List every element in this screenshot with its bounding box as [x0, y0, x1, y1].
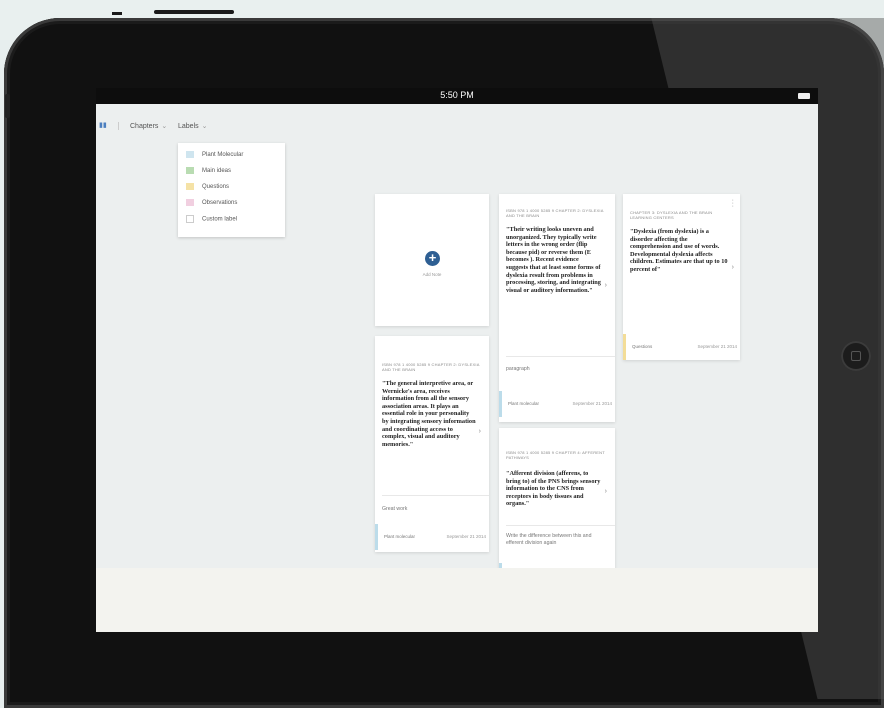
add-note-card[interactable]: + Add Note	[375, 194, 489, 326]
labels-label: Labels	[178, 123, 199, 130]
label-option-questions[interactable]: Questions	[186, 183, 229, 193]
chevron-right-icon[interactable]: ›	[479, 428, 481, 435]
top-nav: ▮▮ Chapters ⌄ Labels ⌄	[96, 112, 818, 138]
chapters-label: Chapters	[130, 123, 159, 130]
card-footer: Plant molecular September 21 2014	[375, 524, 489, 550]
label-color-bar	[375, 524, 378, 550]
card-label: Questions	[632, 344, 653, 349]
chevron-right-icon[interactable]: ›	[605, 488, 607, 495]
card-label: Plant molecular	[384, 534, 416, 539]
card-source: CHAPTER 3: DYSLEXIA AND THE BRAIN LEARNI…	[630, 210, 713, 220]
card-source: ISBN 978 1 4000 5285 9 CHAPTER 2: DYSLEX…	[506, 208, 604, 218]
card-divider	[506, 525, 615, 526]
labels-dropdown: Plant Molecular Main ideas Questions Obs…	[178, 143, 285, 237]
label-color-bar	[499, 391, 502, 417]
label-swatch	[186, 183, 194, 190]
label-swatch	[186, 167, 194, 174]
labels-menu[interactable]: Labels ⌄	[178, 122, 208, 130]
device-edge-mark	[112, 12, 122, 15]
label-option-text: Main ideas	[202, 168, 232, 175]
label-swatch	[186, 151, 194, 158]
nav-divider	[118, 122, 119, 130]
tablet-screen: 5:50 PM ▮▮ Chapters ⌄ Labels ⌄ Plant Molec…	[96, 88, 818, 632]
label-swatch	[186, 215, 194, 223]
label-option-text: Plant Molecular	[202, 152, 244, 159]
menu-icon[interactable]: ▮▮	[99, 122, 107, 129]
home-button[interactable]	[841, 341, 871, 371]
chevron-down-icon: ⌄	[201, 123, 208, 130]
card-date: September 21 2014	[446, 534, 486, 539]
label-option-main-ideas[interactable]: Main ideas	[186, 167, 231, 177]
add-icon[interactable]: +	[425, 251, 440, 266]
label-option-observations[interactable]: Observations	[186, 199, 237, 209]
label-option-custom[interactable]: Custom label	[186, 215, 237, 225]
label-option-plant-molecular[interactable]: Plant Molecular	[186, 151, 243, 161]
card-footer: Questions September 21 2014	[623, 334, 740, 360]
device-edge-mark	[154, 10, 234, 14]
card-date: September 21 2014	[697, 344, 737, 349]
chevron-down-icon: ⌄	[161, 123, 168, 130]
card-quote: "Dyslexia (from dyslexia) is a disorder …	[630, 228, 728, 273]
label-swatch	[186, 199, 194, 206]
card-date: September 21 2014	[572, 401, 612, 406]
chevron-right-icon[interactable]: ›	[732, 264, 734, 271]
note-card[interactable]: ISBN 978 1 4000 5285 9 CHAPTER 4: AFFERE…	[499, 428, 615, 578]
label-option-text: Observations	[202, 200, 238, 207]
card-divider	[506, 356, 615, 357]
note-card[interactable]: · · · CHAPTER 3: DYSLEXIA AND THE BRAIN LE…	[623, 194, 740, 360]
card-source: ISBN 978 1 4000 5285 9 CHAPTER 4: AFFERE…	[506, 450, 605, 460]
label-option-text: Questions	[202, 184, 230, 191]
more-icon[interactable]: · · ·	[732, 197, 734, 210]
card-divider	[382, 495, 489, 496]
chapters-menu[interactable]: Chapters ⌄	[130, 122, 167, 130]
card-label: Plant molecular	[508, 401, 540, 406]
card-quote: "The general interpretive area, or Werni…	[382, 380, 476, 448]
card-quote: "Afferent division (afferens, to bring t…	[506, 470, 601, 508]
card-note: paragraph	[506, 366, 530, 372]
status-time: 5:50 PM	[440, 90, 474, 100]
note-card[interactable]: ISBN 978 1 4000 5285 9 CHAPTER 2: DYSLEX…	[375, 336, 489, 552]
card-footer: Plant molecular September 21 2014	[499, 391, 615, 417]
label-color-bar	[623, 334, 626, 360]
card-quote: "Their writing looks uneven and unorgani…	[506, 226, 601, 294]
status-bar: 5:50 PM	[96, 88, 818, 104]
note-card[interactable]: ISBN 978 1 4000 5285 9 CHAPTER 2: DYSLEX…	[499, 194, 615, 422]
card-note: Write the difference between this and ef…	[506, 533, 592, 546]
chevron-right-icon[interactable]: ›	[605, 282, 607, 289]
add-note-label: Add Note	[422, 272, 442, 277]
card-note: Great work	[382, 506, 408, 512]
volume-button[interactable]	[5, 94, 10, 118]
screen-bottom-area	[96, 568, 818, 632]
card-source: ISBN 978 1 4000 5285 9 CHAPTER 2: DYSLEX…	[382, 362, 480, 372]
battery-icon	[798, 93, 810, 99]
label-option-text: Custom label	[202, 216, 238, 223]
